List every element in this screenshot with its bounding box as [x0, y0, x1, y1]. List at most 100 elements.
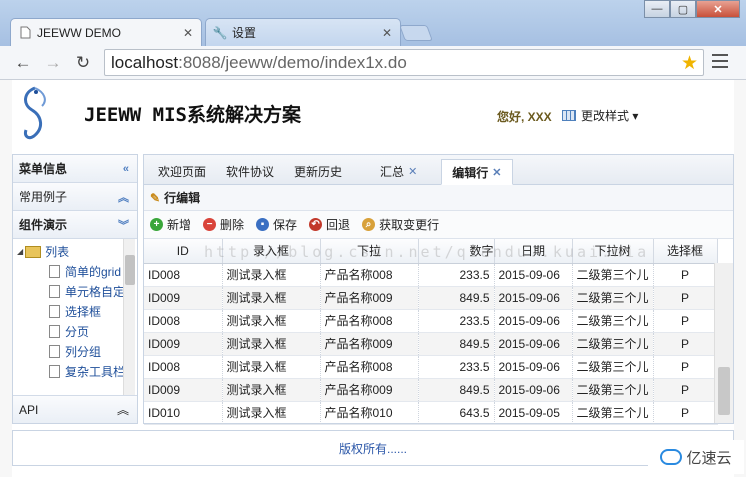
- chevron-up-icon[interactable]: ︽: [117, 401, 129, 418]
- column-header[interactable]: 数字: [418, 239, 495, 264]
- table-cell[interactable]: 二级第三个儿: [572, 378, 654, 402]
- table-cell[interactable]: ID009: [144, 378, 223, 402]
- new-tab-button[interactable]: [399, 25, 433, 41]
- table-cell[interactable]: P: [653, 378, 718, 402]
- tab-close-icon[interactable]: ✕: [183, 26, 193, 40]
- table-row[interactable]: ID010 测试录入框 产品名称010 643.5 2015-09-05 二级第三个儿 P: [144, 401, 718, 425]
- table-cell[interactable]: 643.5: [418, 401, 495, 425]
- table-cell[interactable]: 产品名称008: [320, 355, 419, 379]
- table-cell[interactable]: 二级第三个儿: [572, 401, 654, 425]
- browser-tab-jeeww[interactable]: JEEWW DEMO ✕: [10, 18, 202, 46]
- table-cell[interactable]: 2015-09-06: [494, 263, 573, 287]
- table-cell[interactable]: 2015-09-05: [494, 401, 573, 425]
- table-cell[interactable]: ID008: [144, 263, 223, 287]
- scrollbar-thumb[interactable]: [125, 255, 135, 285]
- tree-item[interactable]: 选择框: [49, 303, 101, 320]
- table-cell[interactable]: 849.5: [418, 378, 495, 402]
- column-header[interactable]: 下拉: [320, 239, 419, 264]
- table-cell[interactable]: 233.5: [418, 309, 495, 333]
- tree-item[interactable]: 列分组: [49, 343, 101, 360]
- browser-menu-icon[interactable]: [712, 54, 728, 72]
- table-cell[interactable]: 二级第三个儿: [572, 309, 654, 333]
- undo-button[interactable]: ↶ 回退: [309, 216, 350, 233]
- table-cell[interactable]: 二级第三个儿: [572, 332, 654, 356]
- table-cell[interactable]: 2015-09-06: [494, 378, 573, 402]
- table-cell[interactable]: 产品名称009: [320, 378, 419, 402]
- change-style-menu[interactable]: 更改样式 ▾: [562, 107, 638, 124]
- table-cell[interactable]: 二级第三个儿: [572, 355, 654, 379]
- table-cell[interactable]: 测试录入框: [222, 263, 321, 287]
- browser-tab-settings[interactable]: 🔧 设置 ✕: [205, 18, 401, 46]
- table-cell[interactable]: 测试录入框: [222, 401, 321, 425]
- table-row[interactable]: ID008 测试录入框 产品名称008 233.5 2015-09-06 二级第三个儿 P: [144, 263, 718, 287]
- tab-close-icon[interactable]: ✕: [492, 166, 501, 179]
- chevron-down-icon[interactable]: ︾: [118, 217, 129, 233]
- table-cell[interactable]: P: [653, 355, 718, 379]
- tab-history[interactable]: 更新历史: [284, 158, 352, 184]
- column-header[interactable]: ID: [144, 239, 223, 264]
- tab-edit-row[interactable]: 编辑行 ✕: [441, 159, 513, 185]
- table-row[interactable]: ID009 测试录入框 产品名称009 849.5 2015-09-06 二级第三个儿 P: [144, 286, 718, 310]
- sidebar-menu-header[interactable]: 菜单信息 «: [13, 155, 137, 183]
- table-row[interactable]: ID009 测试录入框 产品名称009 849.5 2015-09-06 二级第三个儿 P: [144, 332, 718, 356]
- column-header[interactable]: 录入框: [222, 239, 321, 264]
- table-cell[interactable]: 849.5: [418, 332, 495, 356]
- table-cell[interactable]: 产品名称009: [320, 332, 419, 356]
- table-cell[interactable]: 测试录入框: [222, 378, 321, 402]
- sidebar-section-api[interactable]: API ︽: [13, 395, 137, 423]
- table-cell[interactable]: ID009: [144, 332, 223, 356]
- tab-license[interactable]: 软件协议: [216, 158, 284, 184]
- table-cell[interactable]: 测试录入框: [222, 286, 321, 310]
- grid-vertical-scrollbar[interactable]: [714, 263, 733, 423]
- tree-item[interactable]: 复杂工具栏: [49, 363, 125, 380]
- column-header[interactable]: 日期: [494, 239, 573, 264]
- remove-button[interactable]: − 删除: [203, 216, 244, 233]
- table-cell[interactable]: P: [653, 401, 718, 425]
- tab-welcome[interactable]: 欢迎页面: [148, 158, 216, 184]
- tab-summary[interactable]: 汇总 ✕: [370, 158, 427, 184]
- table-cell[interactable]: 二级第三个儿: [572, 263, 654, 287]
- sidebar-section-components[interactable]: 组件演示 ︾: [13, 211, 137, 239]
- sidebar-section-common[interactable]: 常用例子 ︽: [13, 183, 137, 211]
- table-cell[interactable]: 2015-09-06: [494, 355, 573, 379]
- tree-item[interactable]: 分页: [49, 323, 89, 340]
- table-cell[interactable]: 849.5: [418, 286, 495, 310]
- table-cell[interactable]: 233.5: [418, 263, 495, 287]
- table-cell[interactable]: 2015-09-06: [494, 332, 573, 356]
- minimize-button[interactable]: —: [644, 0, 670, 18]
- column-header[interactable]: 选择框: [653, 239, 718, 264]
- search-button[interactable]: ⌕ 获取变更行: [362, 216, 439, 233]
- back-arrow-icon[interactable]: ←: [12, 52, 34, 74]
- table-cell[interactable]: 产品名称009: [320, 286, 419, 310]
- maximize-button[interactable]: ▢: [670, 0, 696, 18]
- tree-vertical-scrollbar[interactable]: [123, 239, 135, 397]
- table-cell[interactable]: 二级第三个儿: [572, 286, 654, 310]
- table-cell[interactable]: 2015-09-06: [494, 286, 573, 310]
- table-cell[interactable]: 测试录入框: [222, 355, 321, 379]
- table-cell[interactable]: P: [653, 309, 718, 333]
- tree-item[interactable]: 简单的grid: [49, 263, 121, 280]
- table-row[interactable]: ID008 测试录入框 产品名称008 233.5 2015-09-06 二级第三个儿 P: [144, 355, 718, 379]
- tree-folder-list[interactable]: ◢ 列表: [17, 243, 69, 260]
- scrollbar-thumb[interactable]: [718, 367, 730, 415]
- column-header[interactable]: 下拉树: [572, 239, 654, 264]
- tree-item[interactable]: 单元格自定: [49, 283, 125, 300]
- save-button[interactable]: ▪ 保存: [256, 216, 297, 233]
- chevron-up-icon[interactable]: ︽: [118, 189, 129, 205]
- bookmark-star-icon[interactable]: ★: [681, 52, 698, 75]
- expand-triangle-icon[interactable]: ◢: [17, 247, 23, 256]
- collapse-left-icon[interactable]: «: [123, 163, 129, 175]
- table-cell[interactable]: ID008: [144, 355, 223, 379]
- table-row[interactable]: ID009 测试录入框 产品名称009 849.5 2015-09-06 二级第三个儿 P: [144, 378, 718, 402]
- table-cell[interactable]: ID009: [144, 286, 223, 310]
- tab-close-icon[interactable]: ✕: [408, 165, 417, 178]
- close-window-button[interactable]: ✕: [696, 0, 740, 18]
- table-cell[interactable]: P: [653, 263, 718, 287]
- table-cell[interactable]: 产品名称010: [320, 401, 419, 425]
- table-cell[interactable]: 2015-09-06: [494, 309, 573, 333]
- table-cell[interactable]: 产品名称008: [320, 309, 419, 333]
- tab-close-icon[interactable]: ✕: [382, 26, 392, 40]
- table-cell[interactable]: 测试录入框: [222, 309, 321, 333]
- table-cell[interactable]: 233.5: [418, 355, 495, 379]
- table-cell[interactable]: P: [653, 286, 718, 310]
